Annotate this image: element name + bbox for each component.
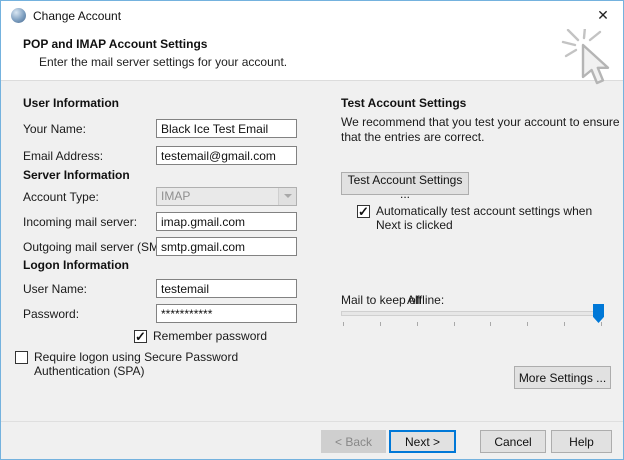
mail-offline-slider-thumb[interactable]	[593, 304, 604, 323]
cursor-click-icon	[561, 29, 610, 85]
spa-checkbox[interactable]: Require logon using Secure Password Auth…	[15, 350, 315, 378]
remember-password-checkbox[interactable]: Remember password	[134, 329, 268, 345]
your-name-label: Your Name:	[23, 122, 86, 136]
checkbox-box[interactable]	[15, 351, 28, 364]
remember-password-label: Remember password	[153, 329, 268, 343]
email-address-label: Email Address:	[23, 149, 104, 163]
section-test-account-settings: Test Account Settings	[341, 96, 467, 110]
chevron-down-icon	[278, 188, 296, 205]
section-server-information: Server Information	[23, 168, 130, 182]
window-title: Change Account	[33, 9, 122, 23]
password-label: Password:	[23, 307, 80, 321]
mail-offline-slider-track[interactable]	[341, 311, 604, 316]
mail-offline-value: All	[407, 293, 421, 307]
test-account-settings-button[interactable]: Test Account Settings ...	[341, 172, 469, 201]
account-type-value: IMAP	[161, 189, 191, 203]
checkbox-box[interactable]	[357, 204, 370, 220]
spa-label: Require logon using Secure Password Auth…	[34, 350, 239, 378]
password-input[interactable]	[156, 304, 297, 323]
more-settings-button[interactable]: More Settings ...	[514, 366, 611, 389]
wizard-header: POP and IMAP Account Settings Enter the …	[1, 29, 623, 85]
outgoing-server-input[interactable]	[156, 237, 297, 256]
page-subtitle: Enter the mail server settings for your …	[39, 55, 288, 69]
app-icon	[11, 8, 26, 23]
username-label: User Name:	[23, 282, 88, 296]
cancel-button[interactable]: Cancel	[480, 430, 546, 453]
incoming-server-label: Incoming mail server:	[23, 215, 138, 229]
checkbox-box[interactable]	[134, 329, 147, 345]
close-icon[interactable]: ✕	[587, 3, 619, 27]
section-logon-information: Logon Information	[23, 258, 129, 272]
footer-separator	[1, 421, 623, 422]
page-title: POP and IMAP Account Settings	[23, 37, 208, 51]
auto-test-label: Automatically test account settings when…	[376, 204, 593, 232]
incoming-server-input[interactable]	[156, 212, 297, 231]
email-address-input[interactable]	[156, 146, 297, 165]
account-type-label: Account Type:	[23, 190, 99, 204]
username-input[interactable]	[156, 279, 297, 298]
your-name-input[interactable]	[156, 119, 297, 138]
title-bar: Change Account ✕	[1, 1, 623, 29]
section-user-information: User Information	[23, 96, 120, 110]
change-account-dialog: Change Account ✕ POP and IMAP Account Se…	[0, 0, 624, 460]
mail-offline-label: Mail to keep offline:	[341, 293, 445, 307]
back-button: < Back	[321, 430, 386, 453]
test-description: We recommend that you test your account …	[341, 115, 620, 144]
help-button[interactable]: Help	[551, 430, 612, 453]
account-type-select: IMAP	[156, 187, 297, 206]
auto-test-checkbox[interactable]: Automatically test account settings when…	[357, 204, 623, 232]
slider-tick-marks	[343, 322, 602, 326]
next-button[interactable]: Next >	[389, 430, 456, 453]
